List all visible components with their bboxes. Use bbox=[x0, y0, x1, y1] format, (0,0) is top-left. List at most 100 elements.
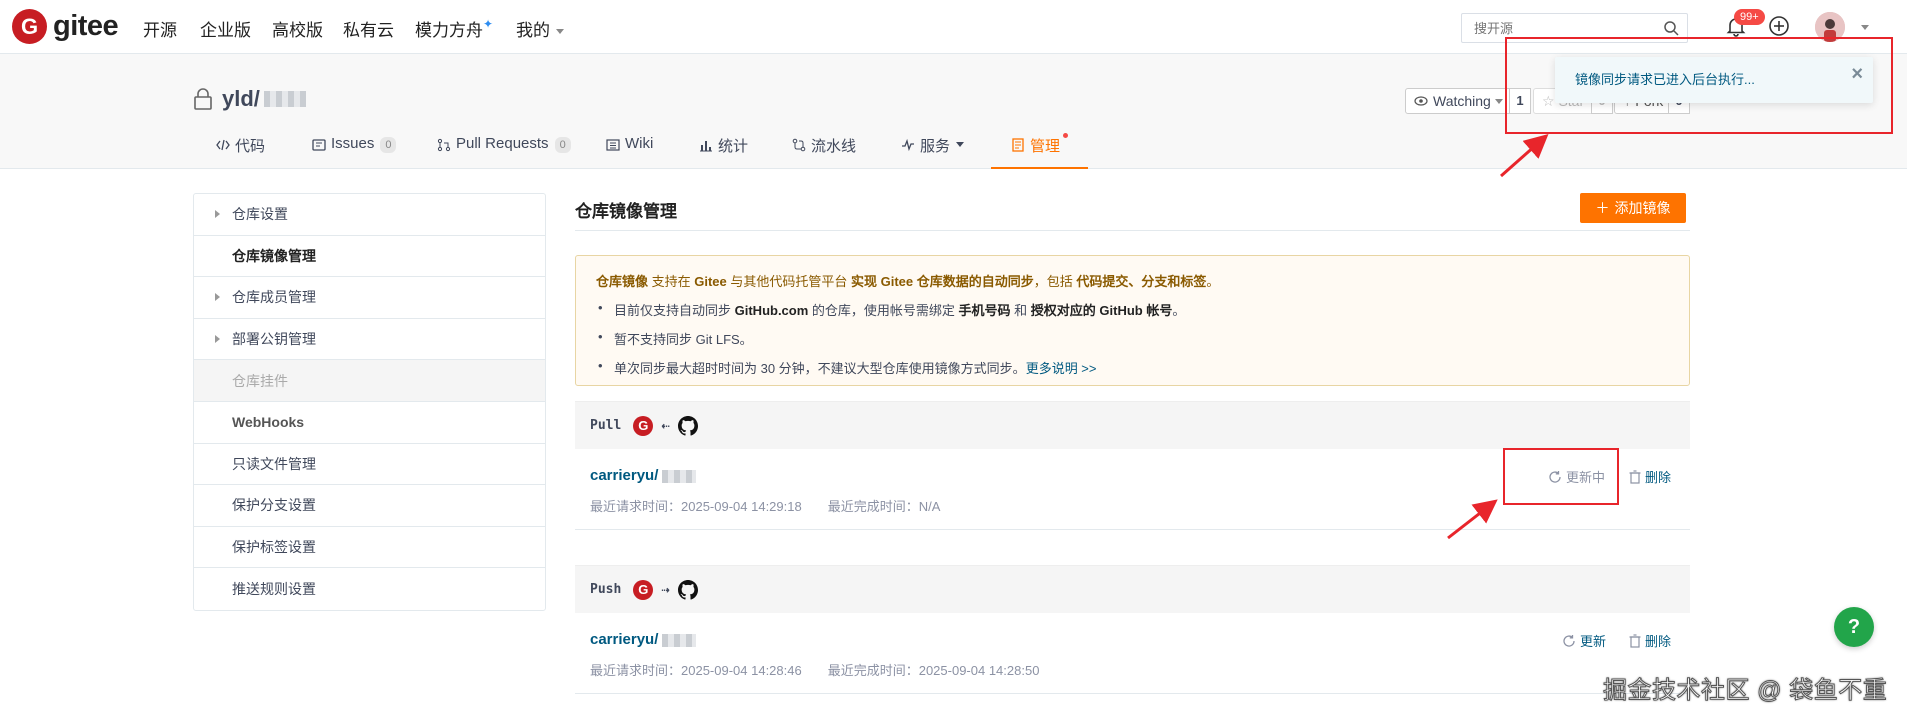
sidebar-item-protected-tags[interactable]: 保护标签设置 bbox=[194, 527, 545, 569]
pull-finish-time: 最近完成时间：N/A bbox=[827, 499, 941, 514]
lock-icon bbox=[194, 88, 212, 110]
chevron-down-icon bbox=[1494, 98, 1503, 104]
nav-mine-label: 我的 bbox=[516, 21, 550, 40]
sparkle-icon: ✦ bbox=[483, 17, 494, 31]
notice-head-part: 与其他代码托管平台 bbox=[726, 274, 851, 289]
more-info-link[interactable]: 更多说明 >> bbox=[1026, 361, 1097, 376]
tab-issues[interactable]: Issues 0 bbox=[312, 135, 397, 169]
notice-text: 授权对应的 GitHub 帐号 bbox=[1030, 303, 1173, 318]
notice-head-part: 。 bbox=[1206, 274, 1220, 289]
nav-enterprise[interactable]: 企业版 bbox=[200, 16, 251, 41]
chevron-down-icon bbox=[556, 29, 564, 35]
notice-text: GitHub.com bbox=[734, 303, 809, 318]
repo-name-redacted[interactable] bbox=[263, 91, 306, 107]
notice-text: 。 bbox=[1172, 303, 1186, 318]
avatar-chevron-icon[interactable] bbox=[1861, 25, 1869, 30]
tab-wiki[interactable]: Wiki bbox=[606, 135, 653, 169]
pull-meta: 最近请求时间：2025-09-04 14:29:18 最近完成时间：N/A bbox=[590, 496, 940, 515]
sidebar-item-label: 只读文件管理 bbox=[232, 455, 316, 472]
nav-open-source[interactable]: 开源 bbox=[143, 16, 177, 41]
tab-stats[interactable]: 统计 bbox=[699, 135, 748, 169]
github-icon bbox=[677, 579, 698, 600]
sidebar-item-members[interactable]: 仓库成员管理 bbox=[194, 277, 545, 319]
manage-icon bbox=[1012, 138, 1024, 152]
watch-button[interactable]: Watching bbox=[1405, 88, 1512, 114]
pull-delete-button[interactable]: 删除 bbox=[1629, 467, 1671, 486]
sidebar-item-mirror[interactable]: 仓库镜像管理 bbox=[194, 236, 545, 278]
nav-moli-label: 模力方舟 bbox=[415, 21, 483, 40]
sidebar-item-label: 仓库镜像管理 bbox=[232, 247, 316, 264]
repo-title: yld/ bbox=[192, 86, 306, 112]
mirror-notice: 仓库镜像 支持在 Gitee 与其他代码托管平台 实现 Gitee 仓库数据的自… bbox=[575, 255, 1690, 386]
sidebar-item-deploy-keys[interactable]: 部署公钥管理 bbox=[194, 319, 545, 361]
pr-count: 0 bbox=[554, 137, 571, 153]
new-dot-badge bbox=[1063, 133, 1069, 138]
notice-heading: 仓库镜像 支持在 Gitee 与其他代码托管平台 实现 Gitee 仓库数据的自… bbox=[596, 271, 1669, 290]
tab-manage[interactable]: 管理 bbox=[991, 133, 1089, 169]
help-button[interactable]: ? bbox=[1834, 607, 1874, 647]
add-mirror-label: 添加镜像 bbox=[1614, 200, 1671, 216]
code-icon bbox=[216, 139, 230, 151]
chart-icon bbox=[700, 141, 712, 152]
notice-head-part: 支持在 bbox=[648, 274, 695, 289]
chevron-right-icon bbox=[215, 210, 220, 218]
pipeline-icon bbox=[792, 138, 806, 152]
gitee-logo-icon: G bbox=[12, 9, 47, 44]
sidebar-item-push-rules[interactable]: 推送规则设置 bbox=[194, 568, 545, 610]
tab-pr-label: Pull Requests bbox=[456, 135, 549, 152]
tab-pipeline[interactable]: 流水线 bbox=[792, 135, 856, 169]
add-mirror-button[interactable]: ＋添加镜像 bbox=[1580, 193, 1686, 223]
push-mirror-row: carrieryu/ 最近请求时间：2025-09-04 14:28:46 最近完… bbox=[575, 614, 1690, 694]
pr-icon bbox=[437, 138, 451, 152]
service-icon bbox=[902, 138, 914, 152]
notice-head-part: Gitee bbox=[694, 274, 727, 289]
sidebar-item-widgets: 仓库挂件 bbox=[194, 360, 545, 402]
gitee-icon: G bbox=[633, 579, 654, 600]
repo-name-redacted bbox=[662, 469, 697, 483]
nav-education[interactable]: 高校版 bbox=[272, 16, 323, 41]
sidebar-item-repo-settings[interactable]: 仓库设置 bbox=[194, 194, 545, 236]
notice-text: 单次同步最大超时时间为 30 分钟，不建议大型仓库使用镜像方式同步。 bbox=[614, 361, 1026, 376]
notice-item: 单次同步最大超时时间为 30 分钟，不建议大型仓库使用镜像方式同步。更多说明 >… bbox=[596, 358, 1669, 377]
notice-text: 目前仅支持自动同步 bbox=[614, 303, 735, 318]
push-meta: 最近请求时间：2025-09-04 14:28:46 最近完成时间：2025-09… bbox=[590, 660, 1039, 679]
refresh-icon bbox=[1563, 634, 1575, 647]
sidebar-item-protected-branches[interactable]: 保护分支设置 bbox=[194, 485, 545, 527]
search-icon[interactable] bbox=[1663, 20, 1679, 36]
sidebar-item-label: 推送规则设置 bbox=[232, 581, 316, 598]
repo-owner[interactable]: yld/ bbox=[222, 86, 260, 112]
page-title: 仓库镜像管理 bbox=[575, 202, 677, 221]
sidebar-item-label: 仓库挂件 bbox=[232, 372, 288, 389]
nav-private-cloud[interactable]: 私有云 bbox=[343, 16, 394, 41]
watch-label: Watching bbox=[1433, 93, 1491, 109]
push-mirror-header: Push G ⇢ bbox=[575, 565, 1690, 613]
pull-repo-link[interactable]: carrieryu/ bbox=[590, 467, 697, 484]
plus-icon: ＋ bbox=[1595, 200, 1610, 216]
arrow-left-icon: ⇠ bbox=[661, 417, 670, 434]
tab-services[interactable]: 服务 bbox=[901, 135, 965, 169]
push-update-button[interactable]: 更新 bbox=[1562, 631, 1606, 650]
notification-badge: 99+ bbox=[1734, 9, 1765, 25]
plus-circle-icon[interactable] bbox=[1768, 15, 1790, 37]
notice-head-part: 代码提交、分支和标签 bbox=[1076, 274, 1207, 289]
nav-moli[interactable]: 模力方舟✦ bbox=[415, 16, 493, 41]
nav-mine[interactable]: 我的 bbox=[516, 16, 564, 41]
sidebar-item-label: 仓库成员管理 bbox=[232, 289, 316, 306]
gitee-logo[interactable]: G gitee bbox=[12, 9, 119, 44]
pull-label: Pull bbox=[590, 418, 622, 433]
sidebar-item-readonly-files[interactable]: 只读文件管理 bbox=[194, 444, 545, 486]
settings-sidebar: 仓库设置 仓库镜像管理 仓库成员管理 部署公钥管理 仓库挂件 WebHooks … bbox=[193, 193, 546, 611]
push-delete-label: 删除 bbox=[1645, 634, 1672, 649]
tab-pull-requests[interactable]: Pull Requests 0 bbox=[437, 135, 571, 169]
sidebar-item-label: 部署公钥管理 bbox=[232, 331, 316, 348]
notice-text: 的仓库，使用帐号需绑定 bbox=[808, 303, 959, 318]
issues-icon bbox=[312, 139, 326, 151]
tab-issues-label: Issues bbox=[331, 135, 375, 152]
pull-repo-name: carrieryu/ bbox=[590, 467, 659, 484]
wiki-icon bbox=[606, 139, 620, 151]
sidebar-item-webhooks[interactable]: WebHooks bbox=[194, 402, 545, 444]
tab-code[interactable]: 代码 bbox=[216, 135, 265, 169]
push-delete-button[interactable]: 删除 bbox=[1629, 631, 1671, 650]
push-repo-link[interactable]: carrieryu/ bbox=[590, 631, 697, 648]
notice-text: 手机号码 bbox=[958, 303, 1011, 318]
